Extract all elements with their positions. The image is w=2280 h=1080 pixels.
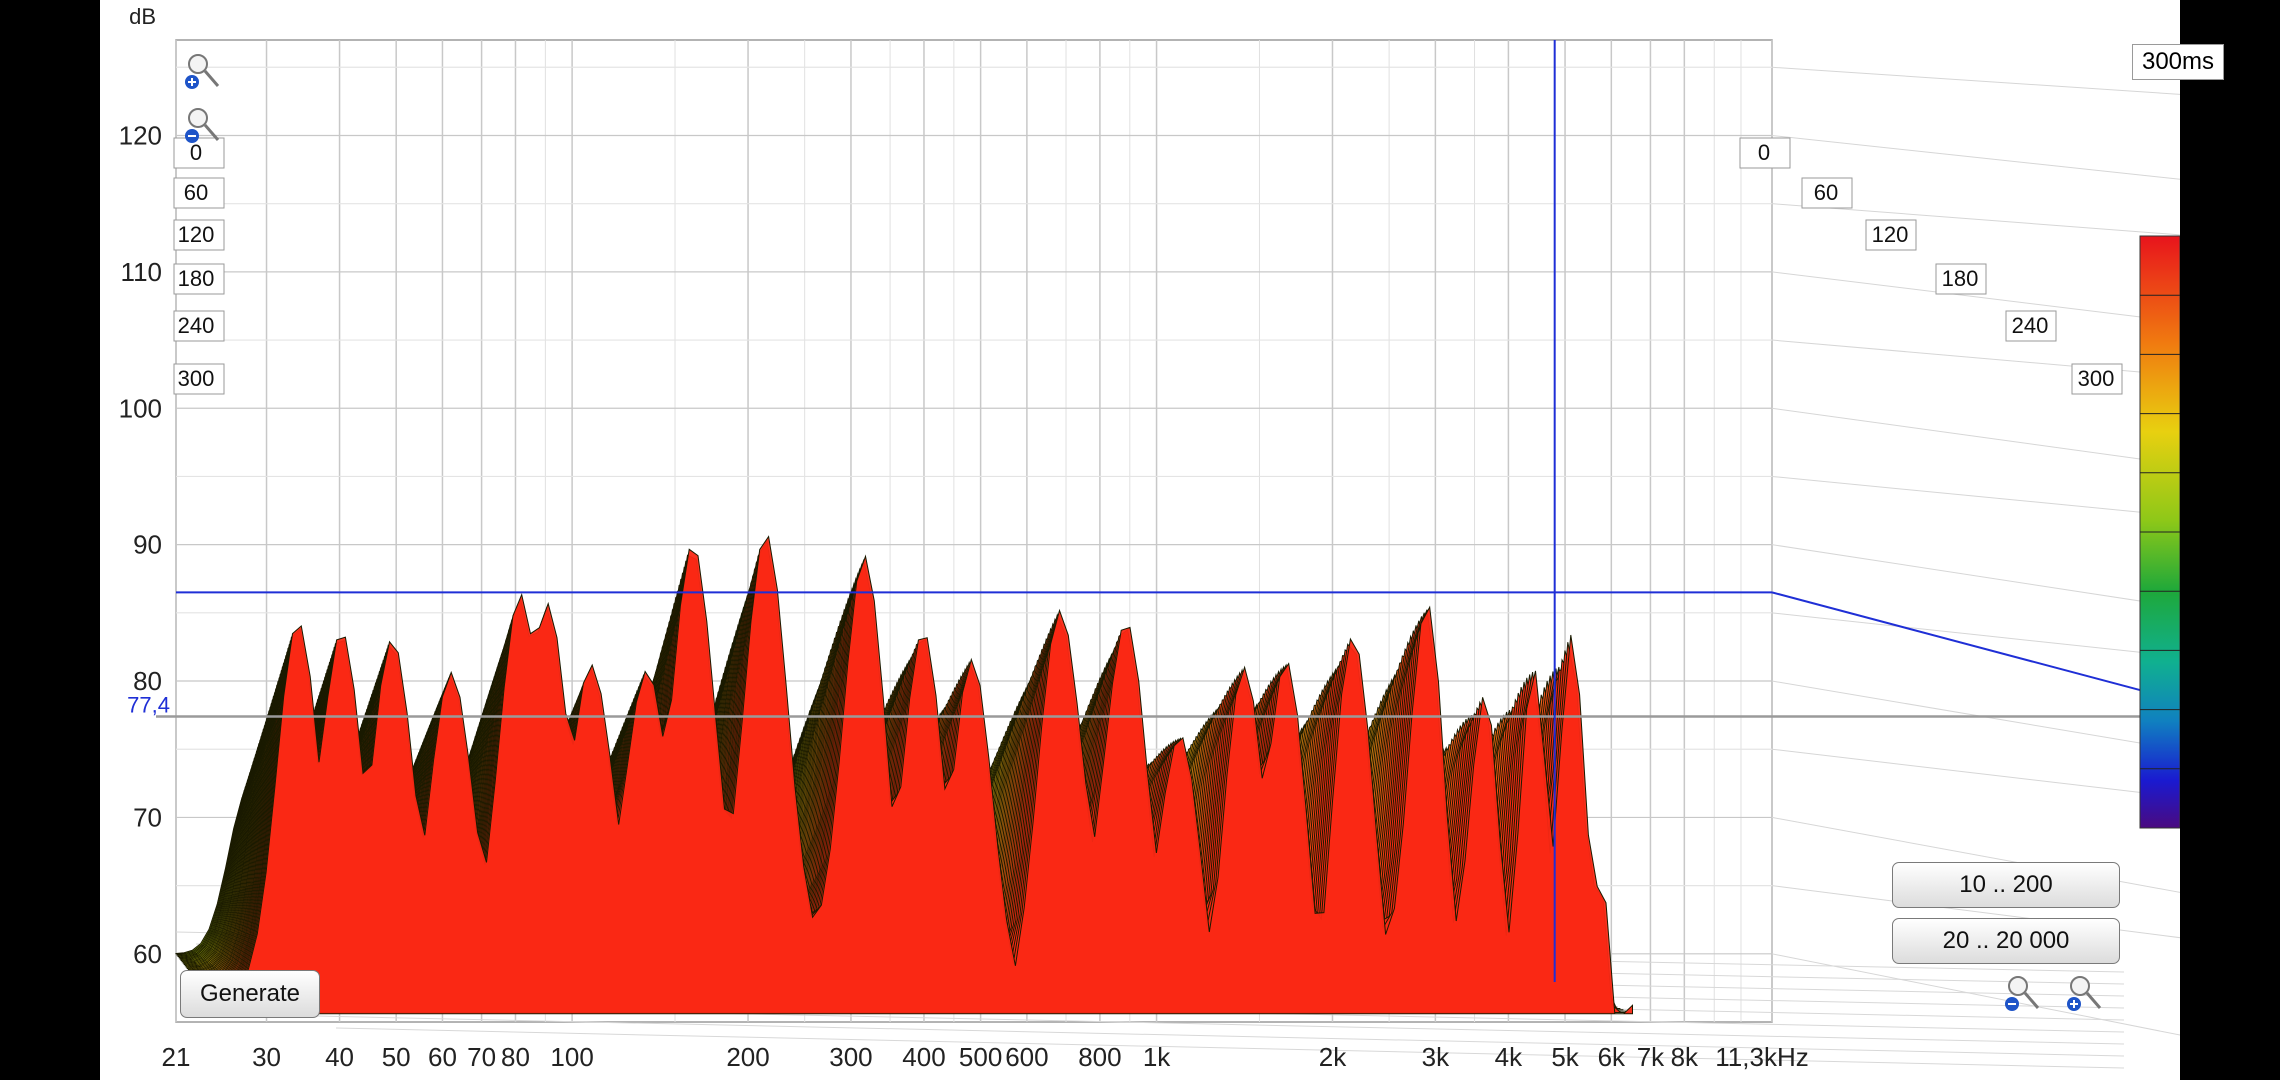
time-tick-label: 60	[184, 180, 208, 205]
x-tick-label: 40	[325, 1042, 354, 1072]
perspective-line	[1771, 134, 2180, 180]
x-tick-label: 11,3kHz	[1715, 1042, 1808, 1072]
x-tick-label: 80	[501, 1042, 530, 1072]
x-tick-label: 8k	[1671, 1042, 1699, 1072]
waterfall-chart[interactable]: 60708090100110120dB77,421 30 40 50 60 70 80 100…	[100, 0, 2180, 1080]
x-tick-label: 21	[162, 1042, 191, 1072]
x-tick-label: 50	[382, 1042, 411, 1072]
range-full-button[interactable]: 20 .. 20 000	[1892, 918, 2120, 964]
time-tick-label: 120	[1872, 222, 1909, 247]
perspective-line	[1771, 475, 2180, 517]
y-tick-label: 60	[133, 939, 162, 969]
time-tick-label: 300	[178, 366, 215, 391]
perspective-line	[1771, 748, 2180, 798]
y-tick-label: 120	[119, 120, 162, 150]
x-tick-label: 2k	[1319, 1042, 1347, 1072]
time-tick-label: 240	[2012, 313, 2049, 338]
perspective-line	[1771, 66, 2180, 95]
floor-line	[335, 1027, 2125, 1069]
time-tick-label: 180	[178, 266, 215, 291]
perspective-line	[1771, 680, 2180, 751]
cursor-readout: 77,4	[127, 692, 170, 717]
time-readout: 300ms	[2132, 44, 2224, 80]
time-tick-label: 240	[178, 313, 215, 338]
y-axis-label: dB	[129, 4, 156, 29]
x-tick-label: 800	[1078, 1042, 1121, 1072]
waterfall-panel: 60 70 80 90 100 110 120 dB 77,4 21 30 40 50 60 70 80 100…	[100, 0, 2224, 1080]
x-tick-label: 30	[252, 1042, 281, 1072]
y-tick-label: 110	[121, 257, 162, 287]
perspective-line	[1771, 203, 2180, 236]
perspective-line	[1771, 953, 2180, 1036]
zoom-in-icon[interactable]	[2062, 972, 2106, 1016]
x-tick-label: 300	[829, 1042, 872, 1072]
x-tick-label: 400	[902, 1042, 945, 1072]
zoom-in-icon[interactable]	[180, 50, 224, 94]
x-tick-label: 7k	[1637, 1042, 1665, 1072]
time-tick-label: 0	[1758, 140, 1770, 165]
time-tick-label: 120	[178, 222, 215, 247]
range-low-button[interactable]: 10 .. 200	[1892, 862, 2120, 908]
y-tick-label: 100	[119, 393, 162, 423]
y-tick-label: 90	[133, 530, 162, 560]
time-tick-label: 60	[1814, 180, 1838, 205]
x-tick-label: 100	[550, 1042, 593, 1072]
x-tick-label: 4k	[1495, 1042, 1523, 1072]
max-level-perspective	[1771, 591, 2180, 702]
perspective-line	[1771, 407, 2180, 465]
x-tick-label: 5k	[1551, 1042, 1579, 1072]
x-tick-label: 6k	[1598, 1042, 1626, 1072]
time-tick-label: 180	[1942, 266, 1979, 291]
x-tick-label: 500	[959, 1042, 1002, 1072]
perspective-line	[1771, 544, 2180, 608]
x-tick-label: 60	[428, 1042, 457, 1072]
x-tick-label: 600	[1005, 1042, 1048, 1072]
x-tick-label: 70	[467, 1042, 496, 1072]
zoom-out-icon[interactable]	[180, 104, 224, 148]
x-tick-label: 200	[726, 1042, 769, 1072]
zoom-out-icon[interactable]	[2000, 972, 2044, 1016]
x-tick-label: 1k	[1143, 1042, 1171, 1072]
time-tick-label: 300	[2078, 366, 2115, 391]
x-tick-label: 3k	[1422, 1042, 1450, 1072]
perspective-line	[1771, 612, 2180, 658]
y-tick-label: 70	[133, 802, 162, 832]
generate-button[interactable]: Generate	[180, 970, 320, 1018]
